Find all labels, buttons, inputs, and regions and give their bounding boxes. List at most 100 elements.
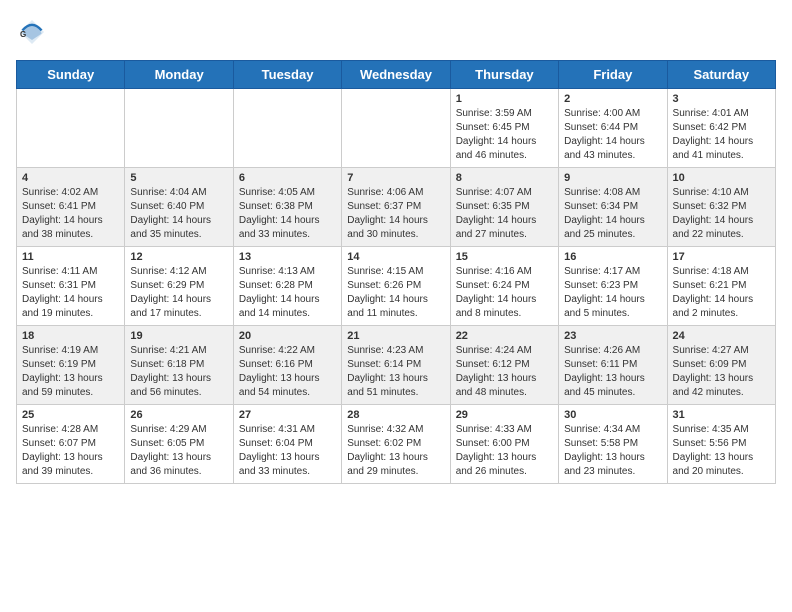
day-info: Sunrise: 4:23 AM Sunset: 6:14 PM Dayligh…	[347, 344, 444, 400]
calendar-week-4: 18 Sunrise: 4:19 AM Sunset: 6:19 PM Dayli…	[17, 326, 776, 405]
day-info: Sunrise: 4:32 AM Sunset: 6:02 PM Dayligh…	[347, 423, 444, 479]
day-info: Sunrise: 4:02 AM Sunset: 6:41 PM Dayligh…	[22, 186, 119, 242]
day-number: 26	[130, 409, 227, 421]
calendar-cell: 11 Sunrise: 4:11 AM Sunset: 6:31 PM Dayli…	[17, 247, 125, 326]
logo-icon: G	[16, 16, 48, 48]
day-number: 14	[347, 251, 444, 263]
calendar-cell: 3Sunrise: 4:01 AM Sunset: 6:42 PM Daylig…	[667, 89, 775, 168]
day-number: 20	[239, 330, 336, 342]
day-info: Sunrise: 4:13 AM Sunset: 6:28 PM Dayligh…	[239, 265, 336, 321]
day-number: 10	[673, 172, 770, 184]
col-header-wednesday: Wednesday	[342, 61, 450, 89]
day-info: Sunrise: 4:00 AM Sunset: 6:44 PM Dayligh…	[564, 107, 661, 163]
day-number: 31	[673, 409, 770, 421]
day-number: 18	[22, 330, 119, 342]
col-header-monday: Monday	[125, 61, 233, 89]
calendar-cell	[342, 89, 450, 168]
calendar-week-3: 11 Sunrise: 4:11 AM Sunset: 6:31 PM Dayli…	[17, 247, 776, 326]
day-info: Sunrise: 4:24 AM Sunset: 6:12 PM Dayligh…	[456, 344, 553, 400]
day-info: Sunrise: 4:34 AM Sunset: 5:58 PM Dayligh…	[564, 423, 661, 479]
day-info: Sunrise: 4:10 AM Sunset: 6:32 PM Dayligh…	[673, 186, 770, 242]
calendar-cell: 28 Sunrise: 4:32 AM Sunset: 6:02 PM Dayli…	[342, 405, 450, 484]
day-number: 25	[22, 409, 119, 421]
day-info: Sunrise: 4:18 AM Sunset: 6:21 PM Dayligh…	[673, 265, 770, 321]
day-info: Sunrise: 4:08 AM Sunset: 6:34 PM Dayligh…	[564, 186, 661, 242]
calendar-cell: 9Sunrise: 4:08 AM Sunset: 6:34 PM Daylig…	[559, 168, 667, 247]
calendar-cell: 8Sunrise: 4:07 AM Sunset: 6:35 PM Daylig…	[450, 168, 558, 247]
calendar-cell: 6 Sunrise: 4:05 AM Sunset: 6:38 PM Daylig…	[233, 168, 341, 247]
calendar-week-1: 1Sunrise: 3:59 AM Sunset: 6:45 PM Daylig…	[17, 89, 776, 168]
calendar-cell: 22 Sunrise: 4:24 AM Sunset: 6:12 PM Dayli…	[450, 326, 558, 405]
day-number: 5	[130, 172, 227, 184]
day-number: 16	[564, 251, 661, 263]
day-number: 8	[456, 172, 553, 184]
day-number: 6	[239, 172, 336, 184]
calendar-cell: 13 Sunrise: 4:13 AM Sunset: 6:28 PM Dayli…	[233, 247, 341, 326]
day-info: Sunrise: 4:11 AM Sunset: 6:31 PM Dayligh…	[22, 265, 119, 321]
calendar-cell: 14Sunrise: 4:15 AM Sunset: 6:26 PM Dayli…	[342, 247, 450, 326]
day-info: Sunrise: 4:27 AM Sunset: 6:09 PM Dayligh…	[673, 344, 770, 400]
day-number: 29	[456, 409, 553, 421]
calendar-cell: 15 Sunrise: 4:16 AM Sunset: 6:24 PM Dayli…	[450, 247, 558, 326]
calendar-week-2: 4 Sunrise: 4:02 AM Sunset: 6:41 PM Daylig…	[17, 168, 776, 247]
day-info: Sunrise: 4:28 AM Sunset: 6:07 PM Dayligh…	[22, 423, 119, 479]
calendar-cell: 27 Sunrise: 4:31 AM Sunset: 6:04 PM Dayli…	[233, 405, 341, 484]
calendar-cell: 31Sunrise: 4:35 AM Sunset: 5:56 PM Dayli…	[667, 405, 775, 484]
day-info: Sunrise: 4:31 AM Sunset: 6:04 PM Dayligh…	[239, 423, 336, 479]
day-info: Sunrise: 4:17 AM Sunset: 6:23 PM Dayligh…	[564, 265, 661, 321]
day-number: 24	[673, 330, 770, 342]
calendar-cell: 16 Sunrise: 4:17 AM Sunset: 6:23 PM Dayli…	[559, 247, 667, 326]
day-number: 27	[239, 409, 336, 421]
calendar-cell: 10 Sunrise: 4:10 AM Sunset: 6:32 PM Dayli…	[667, 168, 775, 247]
day-number: 21	[347, 330, 444, 342]
day-info: Sunrise: 4:21 AM Sunset: 6:18 PM Dayligh…	[130, 344, 227, 400]
day-info: Sunrise: 4:12 AM Sunset: 6:29 PM Dayligh…	[130, 265, 227, 321]
day-info: Sunrise: 4:05 AM Sunset: 6:38 PM Dayligh…	[239, 186, 336, 242]
day-info: Sunrise: 4:01 AM Sunset: 6:42 PM Dayligh…	[673, 107, 770, 163]
calendar-cell: 19 Sunrise: 4:21 AM Sunset: 6:18 PM Dayli…	[125, 326, 233, 405]
calendar-cell	[17, 89, 125, 168]
day-info: Sunrise: 4:04 AM Sunset: 6:40 PM Dayligh…	[130, 186, 227, 242]
day-info: Sunrise: 4:22 AM Sunset: 6:16 PM Dayligh…	[239, 344, 336, 400]
page-header: G	[16, 16, 776, 48]
day-number: 4	[22, 172, 119, 184]
day-info: Sunrise: 4:33 AM Sunset: 6:00 PM Dayligh…	[456, 423, 553, 479]
calendar-cell: 23 Sunrise: 4:26 AM Sunset: 6:11 PM Dayli…	[559, 326, 667, 405]
day-number: 22	[456, 330, 553, 342]
day-info: Sunrise: 4:19 AM Sunset: 6:19 PM Dayligh…	[22, 344, 119, 400]
calendar-cell: 20 Sunrise: 4:22 AM Sunset: 6:16 PM Dayli…	[233, 326, 341, 405]
calendar-cell	[233, 89, 341, 168]
day-number: 13	[239, 251, 336, 263]
calendar-cell: 21 Sunrise: 4:23 AM Sunset: 6:14 PM Dayli…	[342, 326, 450, 405]
calendar-cell: 30 Sunrise: 4:34 AM Sunset: 5:58 PM Dayli…	[559, 405, 667, 484]
day-info: Sunrise: 4:29 AM Sunset: 6:05 PM Dayligh…	[130, 423, 227, 479]
day-number: 19	[130, 330, 227, 342]
calendar-cell: 29 Sunrise: 4:33 AM Sunset: 6:00 PM Dayli…	[450, 405, 558, 484]
calendar-cell: 25 Sunrise: 4:28 AM Sunset: 6:07 PM Dayli…	[17, 405, 125, 484]
calendar-cell: 26 Sunrise: 4:29 AM Sunset: 6:05 PM Dayli…	[125, 405, 233, 484]
day-number: 23	[564, 330, 661, 342]
day-number: 7	[347, 172, 444, 184]
day-info: Sunrise: 4:26 AM Sunset: 6:11 PM Dayligh…	[564, 344, 661, 400]
day-info: Sunrise: 4:06 AM Sunset: 6:37 PM Dayligh…	[347, 186, 444, 242]
calendar-cell: 12Sunrise: 4:12 AM Sunset: 6:29 PM Dayli…	[125, 247, 233, 326]
day-number: 2	[564, 93, 661, 105]
calendar-cell: 1Sunrise: 3:59 AM Sunset: 6:45 PM Daylig…	[450, 89, 558, 168]
calendar-cell	[125, 89, 233, 168]
day-number: 28	[347, 409, 444, 421]
calendar-week-5: 25 Sunrise: 4:28 AM Sunset: 6:07 PM Dayli…	[17, 405, 776, 484]
day-info: Sunrise: 3:59 AM Sunset: 6:45 PM Dayligh…	[456, 107, 553, 163]
day-info: Sunrise: 4:16 AM Sunset: 6:24 PM Dayligh…	[456, 265, 553, 321]
col-header-thursday: Thursday	[450, 61, 558, 89]
col-header-saturday: Saturday	[667, 61, 775, 89]
calendar-cell: 2 Sunrise: 4:00 AM Sunset: 6:44 PM Daylig…	[559, 89, 667, 168]
day-number: 11	[22, 251, 119, 263]
day-number: 30	[564, 409, 661, 421]
logo: G	[16, 16, 52, 48]
calendar-cell: 4 Sunrise: 4:02 AM Sunset: 6:41 PM Daylig…	[17, 168, 125, 247]
col-header-sunday: Sunday	[17, 61, 125, 89]
calendar-cell: 5 Sunrise: 4:04 AM Sunset: 6:40 PM Daylig…	[125, 168, 233, 247]
day-number: 15	[456, 251, 553, 263]
svg-text:G: G	[20, 30, 26, 39]
calendar-cell: 18 Sunrise: 4:19 AM Sunset: 6:19 PM Dayli…	[17, 326, 125, 405]
